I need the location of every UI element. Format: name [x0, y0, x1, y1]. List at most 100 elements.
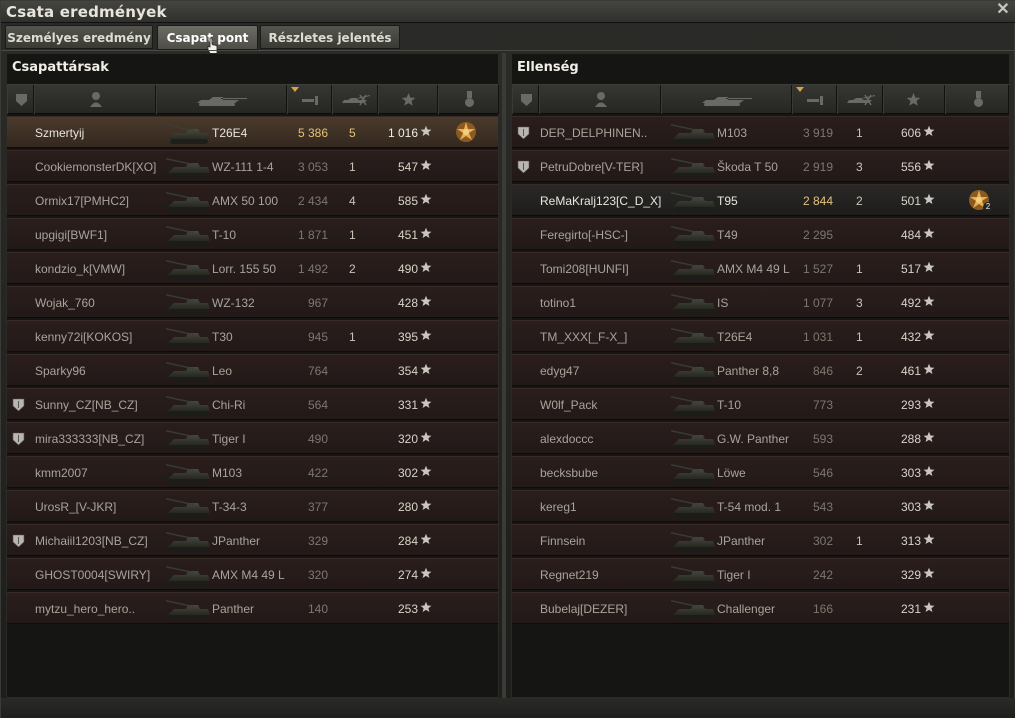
- player-row[interactable]: ReMaKralj123[C_D_X] T95 2 844 2 501 2: [512, 184, 1009, 216]
- tab-personal-results[interactable]: Személyes eredmény: [5, 25, 153, 49]
- player-row[interactable]: DER_DELPHINEN.. M103 3 919 1 606: [512, 116, 1009, 148]
- damage-value: 166: [812, 602, 833, 616]
- player-row[interactable]: mira333333[NB_CZ] Tiger I 490 320: [7, 422, 498, 454]
- vehicle-name: T26E4: [212, 126, 248, 140]
- damage-value: 764: [307, 364, 328, 378]
- player-row[interactable]: TM_XXX[_F-X_] T26E4 1 031 1 432: [512, 320, 1009, 352]
- vehicle-tank-icon: [671, 226, 715, 246]
- header-medals[interactable]: [945, 85, 1009, 114]
- player-row[interactable]: Regnet219 Tiger I 242 329: [512, 558, 1009, 590]
- header-xp[interactable]: [378, 85, 438, 114]
- header-vehicle[interactable]: [156, 85, 287, 114]
- header-damage[interactable]: [792, 85, 837, 114]
- header-kills[interactable]: [332, 85, 378, 114]
- player-row[interactable]: kondzio_k[VMW] Lorr. 155 50 1 492 2 490: [7, 252, 498, 284]
- player-name: W0lf_Pack: [540, 398, 598, 412]
- damage-value: 2 919: [802, 160, 833, 174]
- header-clan[interactable]: [7, 85, 34, 114]
- player-name: Michaiil1203[NB_CZ]: [35, 534, 148, 548]
- player-row[interactable]: Wojak_760 WZ-132 967 428: [7, 286, 498, 318]
- player-row[interactable]: kenny72i[KOKOS] T30 945 1 395: [7, 320, 498, 352]
- player-row[interactable]: mytzu_hero_hero.. Panther 140 253: [7, 592, 498, 624]
- vehicle-tank-icon: [671, 192, 715, 212]
- player-row[interactable]: Feregirto[-HSC-] T49 2 295 484: [512, 218, 1009, 250]
- player-row[interactable]: Sparky96 Leo 764 354: [7, 354, 498, 386]
- tab-detailed-report[interactable]: Részletes jelentés: [260, 25, 400, 49]
- xp-value: 313: [900, 534, 921, 548]
- kills-value: 1: [349, 330, 356, 344]
- star-icon: [420, 329, 432, 341]
- player-row[interactable]: totino1 IS 1 077 3 492: [512, 286, 1009, 318]
- panel-divider: [502, 53, 506, 698]
- star-icon: [906, 93, 921, 106]
- xp-value: 490: [397, 262, 418, 276]
- damage-value: 377: [307, 500, 328, 514]
- player-name: TM_XXX[_F-X_]: [540, 330, 628, 344]
- xp-value: 428: [397, 296, 418, 310]
- player-icon: [595, 92, 607, 107]
- player-name: GHOST0004[SWIRY]: [35, 568, 151, 582]
- header-medals[interactable]: [438, 85, 499, 114]
- star-icon: [923, 601, 935, 613]
- vehicle-name: Challenger: [717, 602, 776, 616]
- vehicle-tank-icon: [166, 430, 210, 450]
- star-icon: [923, 159, 935, 171]
- player-row[interactable]: becksbube Löwe 546 303: [512, 456, 1009, 488]
- vehicle-tank-icon: [671, 396, 715, 416]
- vehicle-tank-icon: [166, 362, 210, 382]
- header-player[interactable]: [539, 85, 661, 114]
- player-row[interactable]: alexdoccc G.W. Panther 593 288: [512, 422, 1009, 454]
- player-row[interactable]: Szmertyij T26E4 5 386 5 1 016: [7, 116, 498, 148]
- damage-icon: [807, 96, 823, 105]
- header-xp[interactable]: [883, 85, 945, 114]
- player-row[interactable]: UrosR_[V-JKR] T-34-3 377 280: [7, 490, 498, 522]
- xp-value: 1 016: [387, 126, 418, 140]
- header-player[interactable]: [34, 85, 156, 114]
- star-icon: [420, 227, 432, 239]
- battle-results-window: Csata eredmények ✕ Személyes eredmény Cs…: [0, 0, 1015, 718]
- player-row[interactable]: kereg1 T-54 mod. 1 543 303: [512, 490, 1009, 522]
- player-row[interactable]: W0lf_Pack T-10 773 293: [512, 388, 1009, 420]
- player-row[interactable]: Bubelaj[DEZER] Challenger 166 231: [512, 592, 1009, 624]
- vehicle-name: T95: [717, 194, 738, 208]
- allies-column-headers: [7, 84, 499, 114]
- vehicle-tank-icon: [671, 294, 715, 314]
- enemies-column-headers: [512, 84, 1009, 114]
- player-row[interactable]: GHOST0004[SWIRY] AMX M4 49 L 320 274: [7, 558, 498, 590]
- player-row[interactable]: Sunny_CZ[NB_CZ] Chi-Ri 564 331: [7, 388, 498, 420]
- xp-value: 288: [900, 432, 921, 446]
- title-bar[interactable]: Csata eredmények ✕: [1, 1, 1015, 23]
- star-icon: [420, 601, 432, 613]
- vehicle-tank-icon: [166, 600, 210, 620]
- player-name: Ormix17[PMHC2]: [35, 194, 130, 208]
- star-icon: [923, 295, 935, 307]
- player-row[interactable]: CookiemonsterDK[XO] WZ-111 1-4 3 053 1 5…: [7, 150, 498, 182]
- vehicle-name: Tiger I: [717, 568, 751, 582]
- header-vehicle[interactable]: [661, 85, 792, 114]
- player-row[interactable]: Ormix17[PMHC2] AMX 50 100 2 434 4 585: [7, 184, 498, 216]
- player-row[interactable]: Michaiil1203[NB_CZ] JPanther 329 284: [7, 524, 498, 556]
- vehicle-name: M103: [212, 466, 243, 480]
- header-kills[interactable]: [837, 85, 883, 114]
- kills-value: 4: [349, 194, 356, 208]
- close-icon[interactable]: ✕: [995, 1, 1011, 19]
- player-row[interactable]: PetruDobre[V-TER] Škoda T 50 2 919 3 556: [512, 150, 1009, 182]
- player-row[interactable]: upgigi[BWF1] T-10 1 871 1 451: [7, 218, 498, 250]
- window-title: Csata eredmények: [6, 3, 167, 21]
- star-icon: [923, 397, 935, 409]
- vehicle-tank-icon: [671, 124, 715, 144]
- vehicle-tank-icon: [671, 362, 715, 382]
- player-row[interactable]: Tomi208[HUNFI] AMX M4 49 L 1 527 1 517: [512, 252, 1009, 284]
- star-icon: [420, 533, 432, 545]
- damage-value: 3 053: [297, 160, 328, 174]
- damage-value: 1 492: [297, 262, 328, 276]
- player-row[interactable]: kmm2007 M103 422 302: [7, 456, 498, 488]
- player-row[interactable]: Finnsein JPanther 302 1 313: [512, 524, 1009, 556]
- damage-value: 242: [812, 568, 833, 582]
- xp-value: 484: [900, 228, 921, 242]
- player-row[interactable]: edyg47 Panther 8,8 846 2 461: [512, 354, 1009, 386]
- header-damage[interactable]: [287, 85, 332, 114]
- player-name: Feregirto[-HSC-]: [540, 228, 629, 242]
- star-icon: [923, 499, 935, 511]
- header-clan[interactable]: [512, 85, 539, 114]
